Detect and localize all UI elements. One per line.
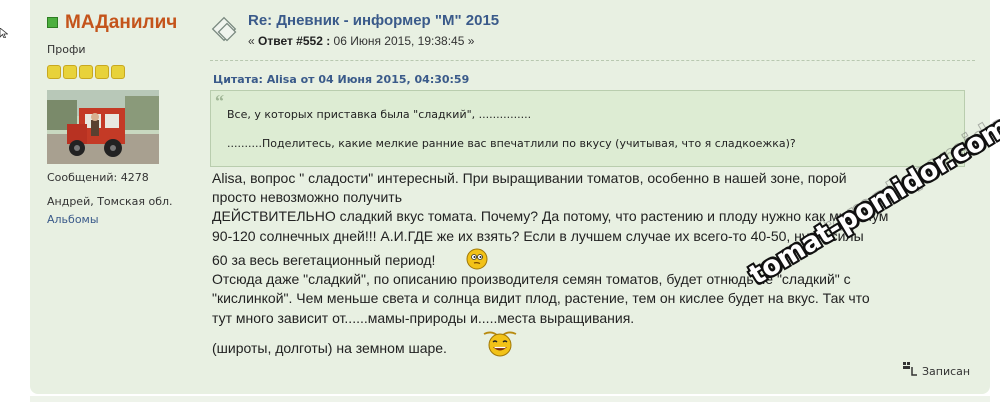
post-body-line: "кислинкой". Чем меньше света и солнца в… bbox=[212, 290, 870, 306]
rank-stars bbox=[47, 65, 125, 79]
poster-name[interactable]: МАДанилич bbox=[65, 12, 177, 34]
star-icon bbox=[47, 65, 61, 79]
mouse-cursor-icon bbox=[0, 28, 8, 38]
post-title-link[interactable]: Re: Дневник - информер "М" 2015 bbox=[248, 12, 499, 29]
poster-rank: Профи bbox=[47, 43, 86, 56]
meta-prefix: « bbox=[248, 34, 259, 48]
saved-label: Записан bbox=[922, 365, 971, 378]
quote-header-link[interactable]: Цитата: Alisa от 04 Июня 2015, 04:30:59 bbox=[213, 73, 469, 86]
post-body-line: 60 за весь вегетационный период! bbox=[212, 252, 436, 268]
quote-box: “ Все, у которых приставка была "сладкий… bbox=[210, 90, 965, 167]
quote-mark-icon: “ bbox=[215, 91, 224, 111]
online-status-icon bbox=[47, 17, 58, 28]
post-body-line: ДЕЙСТВИТЕЛЬНО сладкий вкус томата. Почем… bbox=[212, 208, 889, 224]
post-date: 06 Июня 2015, 19:38:45 » bbox=[330, 34, 475, 48]
albums-link[interactable]: Альбомы bbox=[47, 213, 99, 226]
posts-count: Сообщений: 4278 bbox=[47, 171, 149, 184]
avatar[interactable] bbox=[47, 90, 159, 164]
star-icon bbox=[79, 65, 93, 79]
quote-line: ..........Поделитесь, какие мелкие ранни… bbox=[227, 137, 796, 150]
thinking-smiley-icon bbox=[466, 248, 488, 270]
grinning-smiley-icon bbox=[483, 331, 517, 357]
star-icon bbox=[63, 65, 77, 79]
reply-number-link[interactable]: Ответ #552 : bbox=[258, 34, 330, 48]
star-icon bbox=[95, 65, 109, 79]
poster-location: Андрей, Томская обл. bbox=[47, 195, 173, 208]
next-post-strip bbox=[30, 396, 990, 402]
saved-icon bbox=[903, 362, 917, 376]
post-body-line: просто невозможно получить bbox=[212, 189, 403, 205]
post-body-line: тут много зависит от......мамы-природы и… bbox=[212, 310, 635, 326]
post-meta: « Ответ #552 : 06 Июня 2015, 19:38:45 » bbox=[248, 34, 474, 48]
header-divider bbox=[210, 60, 975, 61]
post-body-line: Alisa, вопрос " сладости" интересный. Пр… bbox=[212, 170, 847, 186]
post-body-line: 90-120 солнечных дней!!! А.И.ГДЕ же их в… bbox=[212, 228, 864, 244]
post-icon bbox=[211, 16, 237, 42]
quote-line: Все, у которых приставка была "сладкий",… bbox=[227, 108, 532, 121]
star-icon bbox=[111, 65, 125, 79]
post-body-line: (широты, долготы) на земном шаре. bbox=[212, 340, 447, 356]
